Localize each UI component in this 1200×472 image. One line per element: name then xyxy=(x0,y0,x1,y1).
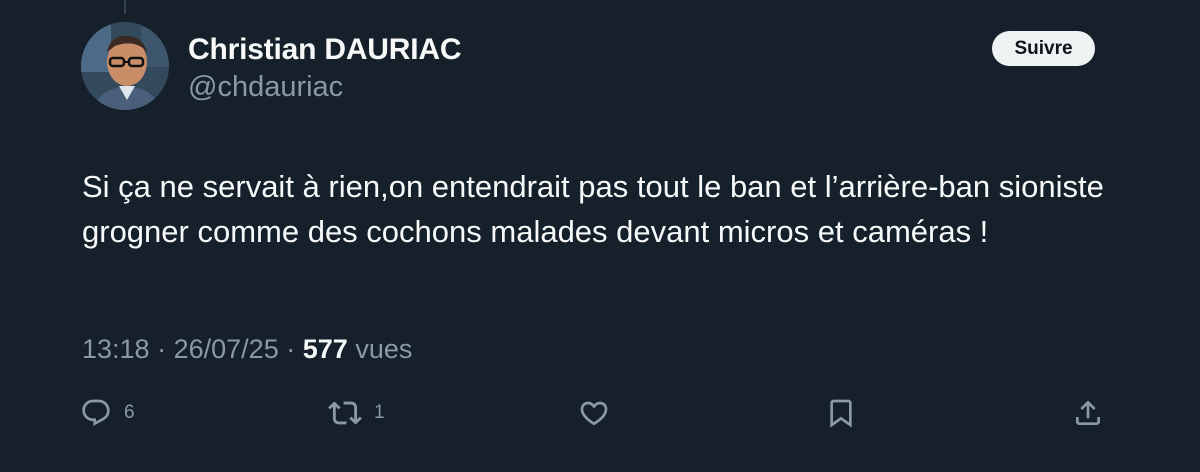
tweet-meta: 13:18 · 26/07/25 · 577 vues xyxy=(82,334,412,365)
share-icon xyxy=(1076,400,1100,425)
avatar[interactable] xyxy=(81,22,169,110)
tweet-date[interactable]: 26/07/25 xyxy=(174,334,279,364)
retweet-button[interactable]: 1 xyxy=(328,393,385,433)
reply-button[interactable]: 6 xyxy=(80,393,135,433)
tweet-text: Si ça ne servait à rien,on entendrait pa… xyxy=(82,169,1104,249)
retweet-count: 1 xyxy=(374,402,385,423)
retweet-icon xyxy=(328,401,362,425)
heart-icon xyxy=(580,401,608,426)
meta-separator: · xyxy=(157,334,167,364)
thread-line xyxy=(124,0,126,14)
tweet-time[interactable]: 13:18 xyxy=(82,334,150,364)
author-handle[interactable]: @chdauriac xyxy=(188,71,343,104)
meta-separator: · xyxy=(286,334,296,364)
views-count: 577 xyxy=(302,334,348,364)
avatar-image xyxy=(81,22,169,110)
reply-icon xyxy=(82,399,110,426)
tweet: Christian DAURIAC @chdauriac Suivre Si ç… xyxy=(0,0,1200,472)
views-label: vues xyxy=(355,334,413,364)
like-button[interactable] xyxy=(578,393,610,433)
share-button[interactable] xyxy=(1072,393,1104,433)
bookmark-button[interactable] xyxy=(825,393,857,433)
action-bar: 6 1 xyxy=(0,393,1200,433)
follow-button[interactable]: Suivre xyxy=(992,31,1095,66)
bookmark-icon xyxy=(830,399,852,428)
reply-count: 6 xyxy=(124,402,135,423)
author-display-name[interactable]: Christian DAURIAC xyxy=(188,33,461,67)
